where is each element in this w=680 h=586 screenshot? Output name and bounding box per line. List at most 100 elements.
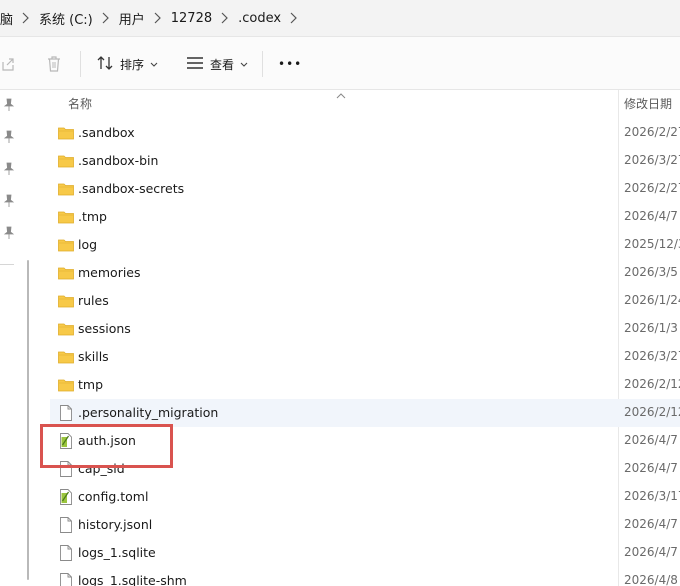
pin-icon[interactable] xyxy=(3,98,17,112)
file-date-modified: 2026/3/5 xyxy=(624,265,678,279)
chevron-down-icon xyxy=(240,57,248,71)
file-date-modified: 2026/4/7 xyxy=(624,433,678,447)
file-row[interactable]: .sandbox-bin 2026/3/27 xyxy=(50,147,680,175)
pin-icon[interactable] xyxy=(3,130,17,144)
file-icon xyxy=(59,517,75,533)
sort-button[interactable]: 排序 xyxy=(96,53,158,75)
file-row[interactable]: memories 2026/3/5 xyxy=(50,259,680,287)
file-name: sessions xyxy=(78,321,131,336)
file-date-modified: 2026/1/24 xyxy=(624,293,680,307)
file-date-modified: 2026/3/27 xyxy=(624,153,680,167)
nav-scrollbar[interactable] xyxy=(27,260,29,580)
json-file-icon xyxy=(59,489,75,505)
folder-icon xyxy=(58,126,74,140)
pin-icon[interactable] xyxy=(3,226,17,240)
breadcrumb-item[interactable]: 12728 xyxy=(171,11,212,26)
file-name: tmp xyxy=(78,377,104,392)
pin-icon[interactable] xyxy=(3,162,17,176)
file-name: rules xyxy=(78,293,109,308)
breadcrumb-item[interactable]: 脑 xyxy=(0,9,13,28)
file-name: logs_1.sqlite-shm xyxy=(78,573,187,586)
file-date-modified: 2026/2/27 xyxy=(624,125,680,139)
file-row[interactable]: .sandbox 2026/2/27 xyxy=(50,119,680,147)
file-row[interactable]: config.toml 2026/3/17 xyxy=(50,483,680,511)
breadcrumb-item[interactable]: .codex xyxy=(238,11,281,26)
file-row[interactable]: .personality_migration 2026/2/12 xyxy=(50,399,680,427)
file-date-modified: 2026/2/27 xyxy=(624,181,680,195)
folder-icon xyxy=(58,154,74,168)
file-row[interactable]: .tmp 2026/4/7 xyxy=(50,203,680,231)
navigation-pane xyxy=(0,90,29,586)
folder-icon xyxy=(58,294,74,308)
chevron-right-icon[interactable] xyxy=(281,12,307,24)
file-row[interactable]: history.jsonl 2026/4/7 xyxy=(50,511,680,539)
folder-icon xyxy=(58,322,74,336)
column-header-date[interactable]: 修改日期 xyxy=(624,95,672,112)
highlight-box xyxy=(40,424,173,468)
file-row[interactable]: logs_1.sqlite 2026/4/7 xyxy=(50,539,680,567)
chevron-right-icon[interactable] xyxy=(145,12,171,24)
file-name: .personality_migration xyxy=(78,405,219,420)
file-date-modified: 2025/12/3 xyxy=(624,237,680,251)
file-row[interactable]: logs_1.sqlite-shm 2026/4/8 xyxy=(50,567,680,586)
column-header-name[interactable]: 名称 xyxy=(68,95,92,112)
address-bar[interactable]: 脑 系统 (C:) 用户 12728 .codex xyxy=(0,0,680,36)
file-icon xyxy=(59,545,75,561)
folder-icon xyxy=(58,182,74,196)
command-bar: 排序 查看 ••• xyxy=(0,36,680,90)
folder-icon xyxy=(58,238,74,252)
file-list: 名称 修改日期 .sandbox 2026/2/27 .sandbox-bin 202… xyxy=(36,90,680,586)
file-date-modified: 2026/1/3 xyxy=(624,321,678,335)
folder-icon xyxy=(58,266,74,280)
share-icon[interactable] xyxy=(0,55,16,73)
file-row[interactable]: log 2025/12/3 xyxy=(50,231,680,259)
sort-icon xyxy=(96,55,114,74)
delete-icon[interactable] xyxy=(45,55,63,73)
column-header-row: 名称 修改日期 xyxy=(36,90,680,116)
file-date-modified: 2026/3/17 xyxy=(624,489,680,503)
chevron-right-icon[interactable] xyxy=(93,12,119,24)
file-date-modified: 2026/4/7 xyxy=(624,545,678,559)
file-date-modified: 2026/4/7 xyxy=(624,209,678,223)
file-date-modified: 2026/2/12 xyxy=(624,377,680,391)
view-icon xyxy=(186,56,204,73)
chevron-right-icon[interactable] xyxy=(13,12,39,24)
view-label: 查看 xyxy=(210,57,235,72)
file-row[interactable]: .sandbox-secrets 2026/2/27 xyxy=(50,175,680,203)
sort-label: 排序 xyxy=(120,57,145,72)
file-name: .sandbox-secrets xyxy=(78,181,185,196)
folder-icon xyxy=(58,350,74,364)
file-row[interactable]: tmp 2026/2/12 xyxy=(50,371,680,399)
folder-icon xyxy=(58,378,74,392)
chevron-right-icon[interactable] xyxy=(212,12,238,24)
more-options-button[interactable]: ••• xyxy=(278,53,302,75)
file-name: .sandbox-bin xyxy=(78,153,159,168)
breadcrumb-item[interactable]: 用户 xyxy=(119,9,145,28)
file-row[interactable]: rules 2026/1/24 xyxy=(50,287,680,315)
more-icon: ••• xyxy=(278,57,303,71)
breadcrumb-item[interactable]: 系统 (C:) xyxy=(39,9,93,28)
file-name: log xyxy=(78,237,98,252)
toolbar-divider xyxy=(262,51,263,77)
file-name: logs_1.sqlite xyxy=(78,545,156,560)
file-date-modified: 2026/4/7 xyxy=(624,461,678,475)
file-name: config.toml xyxy=(78,489,149,504)
file-row[interactable]: skills 2026/3/27 xyxy=(50,343,680,371)
folder-icon xyxy=(58,210,74,224)
pin-icon[interactable] xyxy=(3,194,17,208)
file-name: skills xyxy=(78,349,109,364)
nav-divider xyxy=(0,264,14,265)
file-name: history.jsonl xyxy=(78,517,153,532)
file-icon xyxy=(59,573,75,586)
file-row[interactable]: sessions 2026/1/3 xyxy=(50,315,680,343)
file-icon xyxy=(59,405,75,421)
toolbar-divider xyxy=(80,51,81,77)
sort-ascending-icon xyxy=(336,88,346,102)
file-name: .sandbox xyxy=(78,125,135,140)
file-name: .tmp xyxy=(78,209,107,224)
file-name: memories xyxy=(78,265,141,280)
chevron-down-icon xyxy=(150,57,158,71)
view-button[interactable]: 查看 xyxy=(186,53,248,75)
file-date-modified: 2026/4/8 xyxy=(624,573,678,586)
file-date-modified: 2026/3/27 xyxy=(624,349,680,363)
